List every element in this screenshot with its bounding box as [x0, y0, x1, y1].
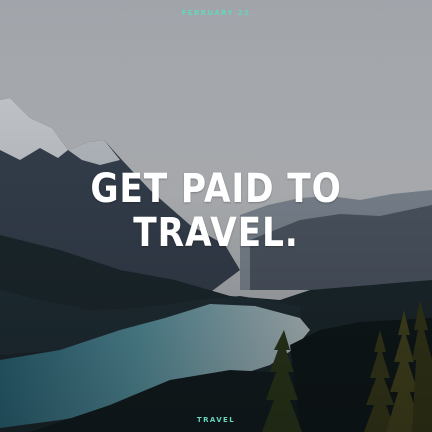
headline-line-1: GET PAID TO — [90, 166, 342, 212]
category-tag: TRAVEL — [196, 416, 236, 424]
headline-line-2: TRAVEL. — [133, 210, 299, 256]
post-date: FEBRUARY 22 — [181, 9, 251, 17]
post-card: FEBRUARY 22 GET PAID TO TRAVEL. TRAVEL — [0, 0, 432, 432]
headline: GET PAID TO TRAVEL. — [30, 167, 402, 255]
